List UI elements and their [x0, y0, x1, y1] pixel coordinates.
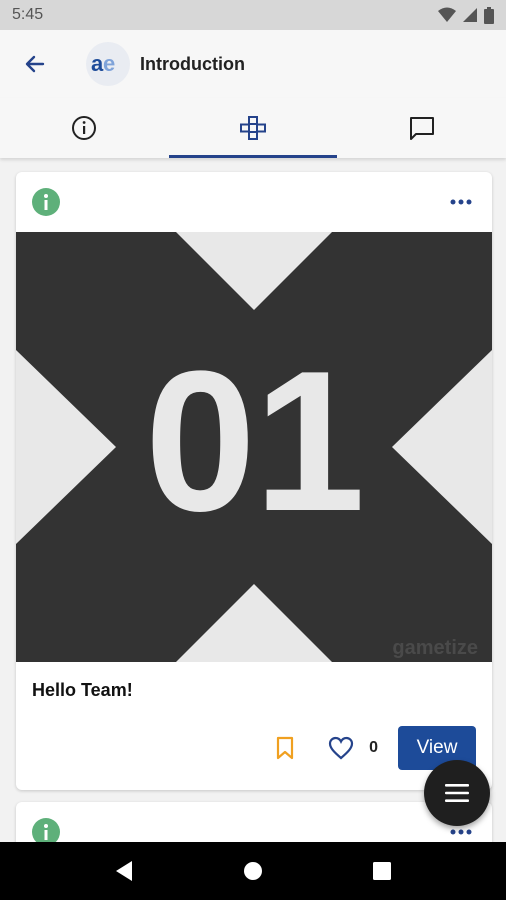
- home-circle-icon: [243, 862, 262, 880]
- tab-info[interactable]: [0, 98, 169, 158]
- app-logo: a e: [86, 42, 130, 86]
- more-horizontal-icon: [450, 199, 472, 205]
- bookmark-button[interactable]: [265, 728, 305, 768]
- menu-fab[interactable]: [424, 760, 490, 826]
- status-bar: 5:45: [0, 0, 506, 30]
- wifi-icon: [438, 7, 456, 22]
- card-header: [16, 172, 492, 232]
- app-bar: a e Introduction: [0, 30, 506, 98]
- nav-home-button[interactable]: [228, 846, 278, 896]
- challenge-card[interactable]: 01 gametize Hello Team! 0 View: [16, 172, 492, 790]
- battery-icon: [484, 6, 494, 24]
- card-title: Hello Team!: [32, 680, 133, 700]
- status-icons: [438, 6, 494, 24]
- status-time: 5:45: [12, 6, 44, 23]
- recents-square-icon: [372, 862, 391, 880]
- bookmark-icon: [276, 736, 294, 760]
- signal-icon: [463, 8, 477, 22]
- back-triangle-icon: [116, 861, 133, 881]
- system-nav-bar: [0, 842, 506, 900]
- logo-icon: a e: [91, 52, 115, 76]
- image-watermark: gametize: [392, 637, 478, 659]
- info-icon: [44, 824, 48, 840]
- more-options-button[interactable]: [446, 187, 476, 217]
- nav-recents-button[interactable]: [357, 846, 407, 896]
- info-icon: [72, 116, 97, 140]
- tab-chat[interactable]: [337, 98, 506, 158]
- card-image[interactable]: 01 gametize: [16, 232, 492, 662]
- arrow-left-icon: [25, 55, 45, 73]
- card-actions: 0 View: [16, 710, 492, 790]
- like-button[interactable]: [321, 728, 361, 768]
- like-count: 0: [369, 739, 378, 756]
- page-title: Introduction: [140, 53, 245, 74]
- gamepad-icon: [240, 116, 266, 140]
- svg-text:e: e: [103, 52, 115, 76]
- more-horizontal-icon: [450, 829, 472, 835]
- info-icon: [44, 194, 48, 210]
- image-number: 01: [144, 330, 365, 553]
- nav-back-button[interactable]: [99, 846, 149, 896]
- info-badge: [32, 188, 60, 216]
- menu-icon: [445, 784, 469, 802]
- tab-bar: [0, 98, 506, 158]
- heart-icon: [328, 736, 354, 760]
- tab-challenges[interactable]: [168, 98, 338, 158]
- back-button[interactable]: [0, 30, 70, 98]
- chat-icon: [409, 117, 434, 140]
